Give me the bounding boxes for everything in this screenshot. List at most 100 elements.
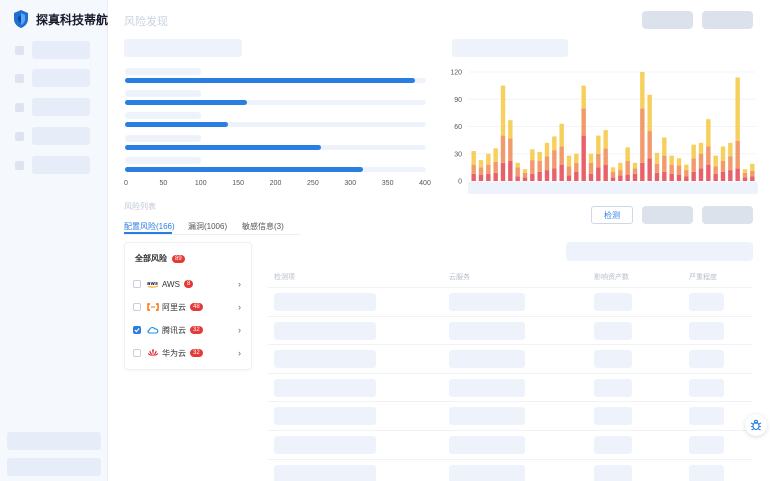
- sidebar-footer-item-2[interactable]: [7, 458, 101, 476]
- svg-text:aws: aws: [147, 281, 158, 287]
- check-item-cell[interactable]: [274, 436, 376, 454]
- check-item-cell[interactable]: [274, 407, 376, 426]
- sidebar: 探真科技蒂航: [0, 0, 108, 481]
- stacked-bar-segment: [471, 151, 476, 165]
- huawei-checkbox[interactable]: [133, 349, 141, 357]
- stacked-bar-segment: [566, 155, 572, 167]
- check-item-cell[interactable]: [274, 464, 376, 481]
- aliyun-checkbox[interactable]: [133, 303, 141, 311]
- provider-row-aliyun[interactable]: 阿里云 48 ›: [133, 298, 245, 316]
- provider-count-badge: 32: [190, 326, 203, 334]
- check-item-cell[interactable]: [274, 321, 376, 340]
- stacked-bar-segment: [647, 94, 652, 132]
- check-item-cell[interactable]: [274, 293, 376, 311]
- stacked-bar-segment: [750, 163, 755, 172]
- brand-logo[interactable]: 探真科技蒂航: [12, 9, 108, 29]
- tab-vulnerability[interactable]: 漏洞(1006): [188, 221, 227, 232]
- affected-assets-cell: [594, 350, 632, 369]
- bar[interactable]: [125, 145, 321, 150]
- sidebar-item-label-placeholder: [32, 98, 90, 116]
- y-tick-label: 30: [454, 151, 462, 158]
- provider-name: AWS: [162, 279, 180, 289]
- column-header-severity: 严重程度: [689, 274, 717, 281]
- stacked-bar-segment: [522, 172, 528, 178]
- bar[interactable]: [125, 100, 247, 105]
- y-tick-label: 60: [454, 124, 462, 131]
- x-tick-label: 400: [419, 180, 431, 187]
- sidebar-item-label-placeholder: [32, 41, 90, 59]
- table-row-divider: [268, 372, 752, 374]
- header-button-1[interactable]: [642, 11, 693, 29]
- bug-icon: [750, 419, 762, 431]
- provider-row-huawei[interactable]: 华为云 32 ›: [133, 344, 245, 362]
- provider-row-tencent[interactable]: 腾讯云 32 ›: [133, 321, 245, 339]
- brand-name: 探真科技蒂航: [36, 12, 109, 27]
- sidebar-item-4[interactable]: [10, 126, 100, 146]
- stacked-bar-segment: [596, 153, 601, 168]
- detect-button[interactable]: 检测: [591, 206, 633, 224]
- stacked-bar-segment: [735, 141, 740, 169]
- header-button-2[interactable]: [702, 11, 753, 29]
- column-header-cloud-service: 云服务: [449, 274, 470, 281]
- tencent-checkbox[interactable]: [133, 326, 141, 334]
- chevron-right-icon: ›: [238, 325, 241, 335]
- toolbar-button-1[interactable]: [642, 206, 693, 224]
- active-tab-indicator: [124, 232, 172, 234]
- panel-header[interactable]: 全部风险 89: [135, 253, 185, 264]
- stacked-bar-segment: [720, 171, 726, 181]
- stacked-bar-segment: [574, 162, 579, 172]
- stacked-bar-segment: [669, 164, 674, 174]
- chart-title-placeholder: [452, 39, 568, 57]
- assistant-button[interactable]: [745, 414, 767, 436]
- x-tick-label: 100: [194, 180, 207, 187]
- provider-count-badge: 48: [190, 303, 203, 311]
- stacked-bar-segment: [654, 163, 660, 173]
- aws-checkbox[interactable]: [133, 280, 141, 288]
- bar[interactable]: [125, 78, 415, 83]
- stacked-bar-segment: [537, 171, 542, 181]
- stacked-bar-segment: [640, 108, 645, 163]
- toolbar-button-2[interactable]: [702, 206, 753, 224]
- bar[interactable]: [125, 122, 229, 127]
- table-row-divider: [268, 344, 752, 346]
- cloud-service-cell: [449, 464, 525, 481]
- huawei-cloud-logo-icon: [147, 349, 159, 356]
- sidebar-item-5[interactable]: [10, 155, 100, 175]
- stacked-bar-segment: [618, 170, 623, 176]
- severity-cell: [689, 407, 724, 426]
- stacked-bar-segment: [706, 164, 711, 181]
- stacked-bar-segment: [508, 120, 513, 139]
- tab-config-risk[interactable]: 配置风险(166): [124, 221, 175, 232]
- search-input[interactable]: [566, 242, 753, 261]
- sidebar-item-2[interactable]: [10, 68, 100, 88]
- sidebar-footer-item-1[interactable]: [7, 432, 101, 450]
- sidebar-item-label-placeholder: [32, 127, 90, 145]
- tab-sensitive-info[interactable]: 敏感信息(3): [242, 221, 284, 232]
- provider-row-aws[interactable]: aws AWS 8 ›: [133, 275, 245, 293]
- provider-name: 阿里云: [162, 302, 186, 312]
- severity-cell: [689, 464, 724, 481]
- bar[interactable]: [125, 167, 363, 172]
- severity-cell: [689, 293, 724, 311]
- x-tick-label: 250: [307, 180, 319, 187]
- stacked-bar-segment: [698, 142, 704, 154]
- stacked-bar-segment: [515, 176, 520, 181]
- sidebar-item-3[interactable]: [10, 97, 100, 117]
- severity-cell: [689, 436, 724, 454]
- provider-count-badge: 32: [190, 349, 203, 357]
- stacked-bar-segment: [530, 173, 535, 181]
- tab-divider: [124, 234, 300, 235]
- stacked-bar-segment: [478, 160, 484, 168]
- x-tick-label: 0: [124, 180, 128, 187]
- stacked-bar-segment: [603, 148, 608, 165]
- stacked-bar-segment: [588, 173, 594, 181]
- check-item-cell[interactable]: [274, 350, 376, 369]
- check-item-cell[interactable]: [274, 378, 376, 397]
- stacked-bar-segment: [742, 169, 748, 173]
- stacked-bar-segment: [537, 151, 542, 162]
- sidebar-item-label-placeholder: [32, 156, 90, 174]
- stacked-bar-segment: [610, 177, 616, 181]
- stacked-bar-segment: [691, 158, 696, 172]
- stacked-bar-segment: [676, 174, 682, 181]
- sidebar-item-1[interactable]: [10, 40, 100, 60]
